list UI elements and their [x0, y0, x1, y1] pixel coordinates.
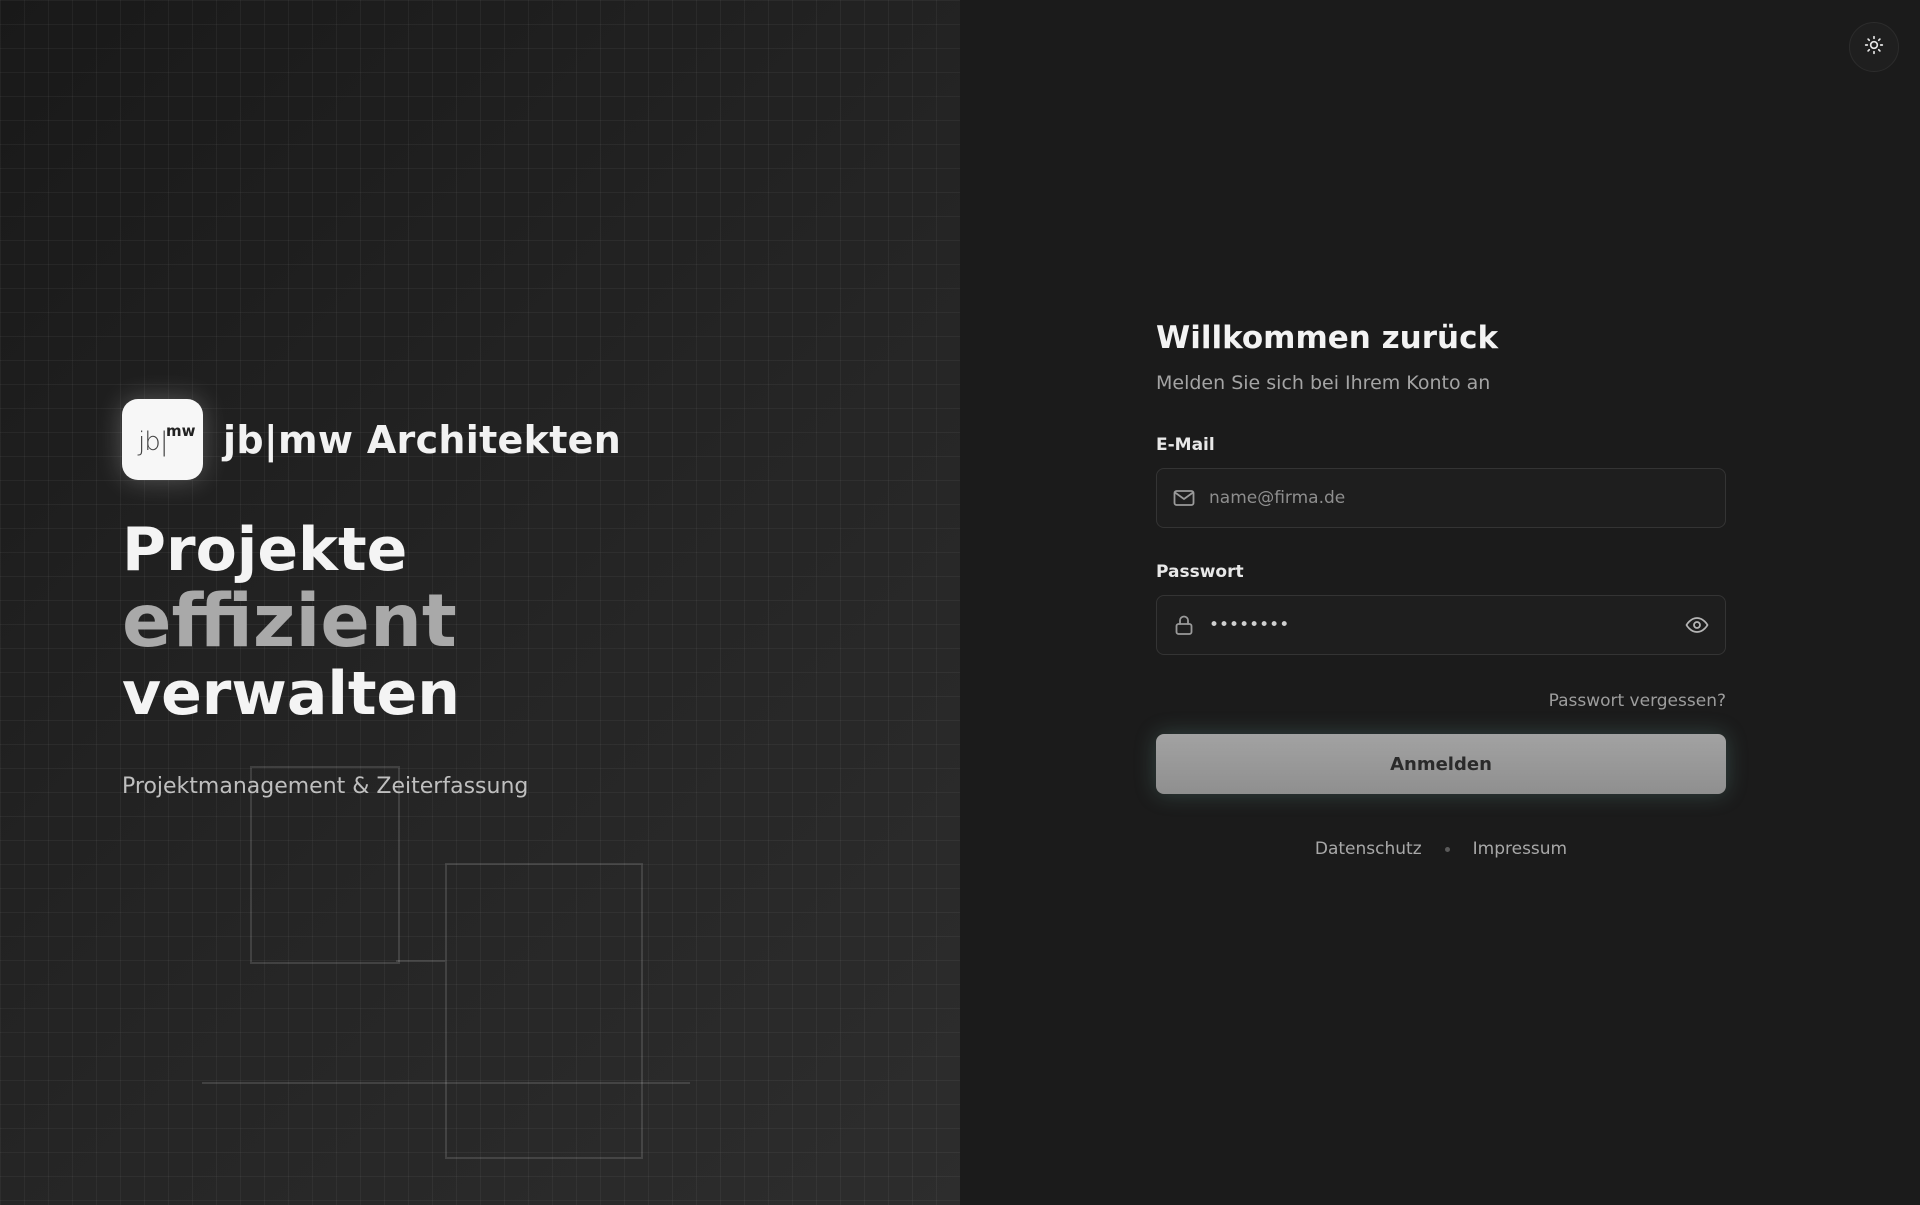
hero-tagline: Projektmanagement & Zeiterfassung	[122, 774, 529, 799]
forgot-password-link[interactable]: Passwort vergessen?	[1549, 691, 1726, 711]
email-field-wrapper	[1156, 468, 1726, 528]
login-button[interactable]: Anmelden	[1156, 734, 1726, 794]
lock-icon	[1171, 612, 1197, 638]
headline-line-3: verwalten	[122, 658, 460, 729]
decorative-line	[396, 960, 445, 962]
login-title: Willkommen zurück	[1156, 320, 1499, 356]
privacy-link[interactable]: Datenschutz	[1315, 839, 1422, 859]
logo-mw-text: mw	[166, 422, 196, 440]
headline-line-1: Projekte	[122, 515, 408, 585]
decorative-line	[202, 1082, 690, 1084]
hero-headline: Projekte effizient verwalten	[122, 518, 460, 726]
company-name: jb|mw Architekten	[223, 417, 622, 462]
forgot-password-row: Passwort vergessen?	[1156, 691, 1726, 711]
email-input[interactable]	[1207, 468, 1725, 528]
login-subtitle: Melden Sie sich bei Ihrem Konto an	[1156, 372, 1491, 394]
login-form: Willkommen zurück Melden Sie sich bei Ih…	[1156, 320, 1726, 859]
eye-icon[interactable]	[1683, 611, 1711, 639]
mail-icon	[1171, 485, 1197, 511]
footer-links: Datenschutz Impressum	[1156, 839, 1726, 859]
theme-toggle-button[interactable]	[1849, 22, 1899, 72]
password-input[interactable]	[1207, 595, 1683, 655]
decorative-rectangle	[445, 863, 643, 1159]
brand-panel: jb| mw jb|mw Architekten Projekte effizi…	[0, 0, 960, 1205]
login-panel: Willkommen zurück Melden Sie sich bei Ih…	[960, 0, 1920, 1205]
brand-header: jb| mw jb|mw Architekten	[122, 399, 621, 480]
sun-icon	[1864, 35, 1884, 59]
logo-jb-text: jb|	[138, 427, 168, 457]
imprint-link[interactable]: Impressum	[1473, 839, 1568, 859]
login-page: jb| mw jb|mw Architekten Projekte effizi…	[0, 0, 1920, 1205]
separator-dot	[1444, 846, 1450, 852]
email-label: E-Mail	[1156, 435, 1215, 455]
password-label: Passwort	[1156, 562, 1244, 582]
password-field-wrapper	[1156, 595, 1726, 655]
company-logo: jb| mw	[122, 399, 203, 480]
headline-line-2: effizient	[122, 578, 457, 664]
